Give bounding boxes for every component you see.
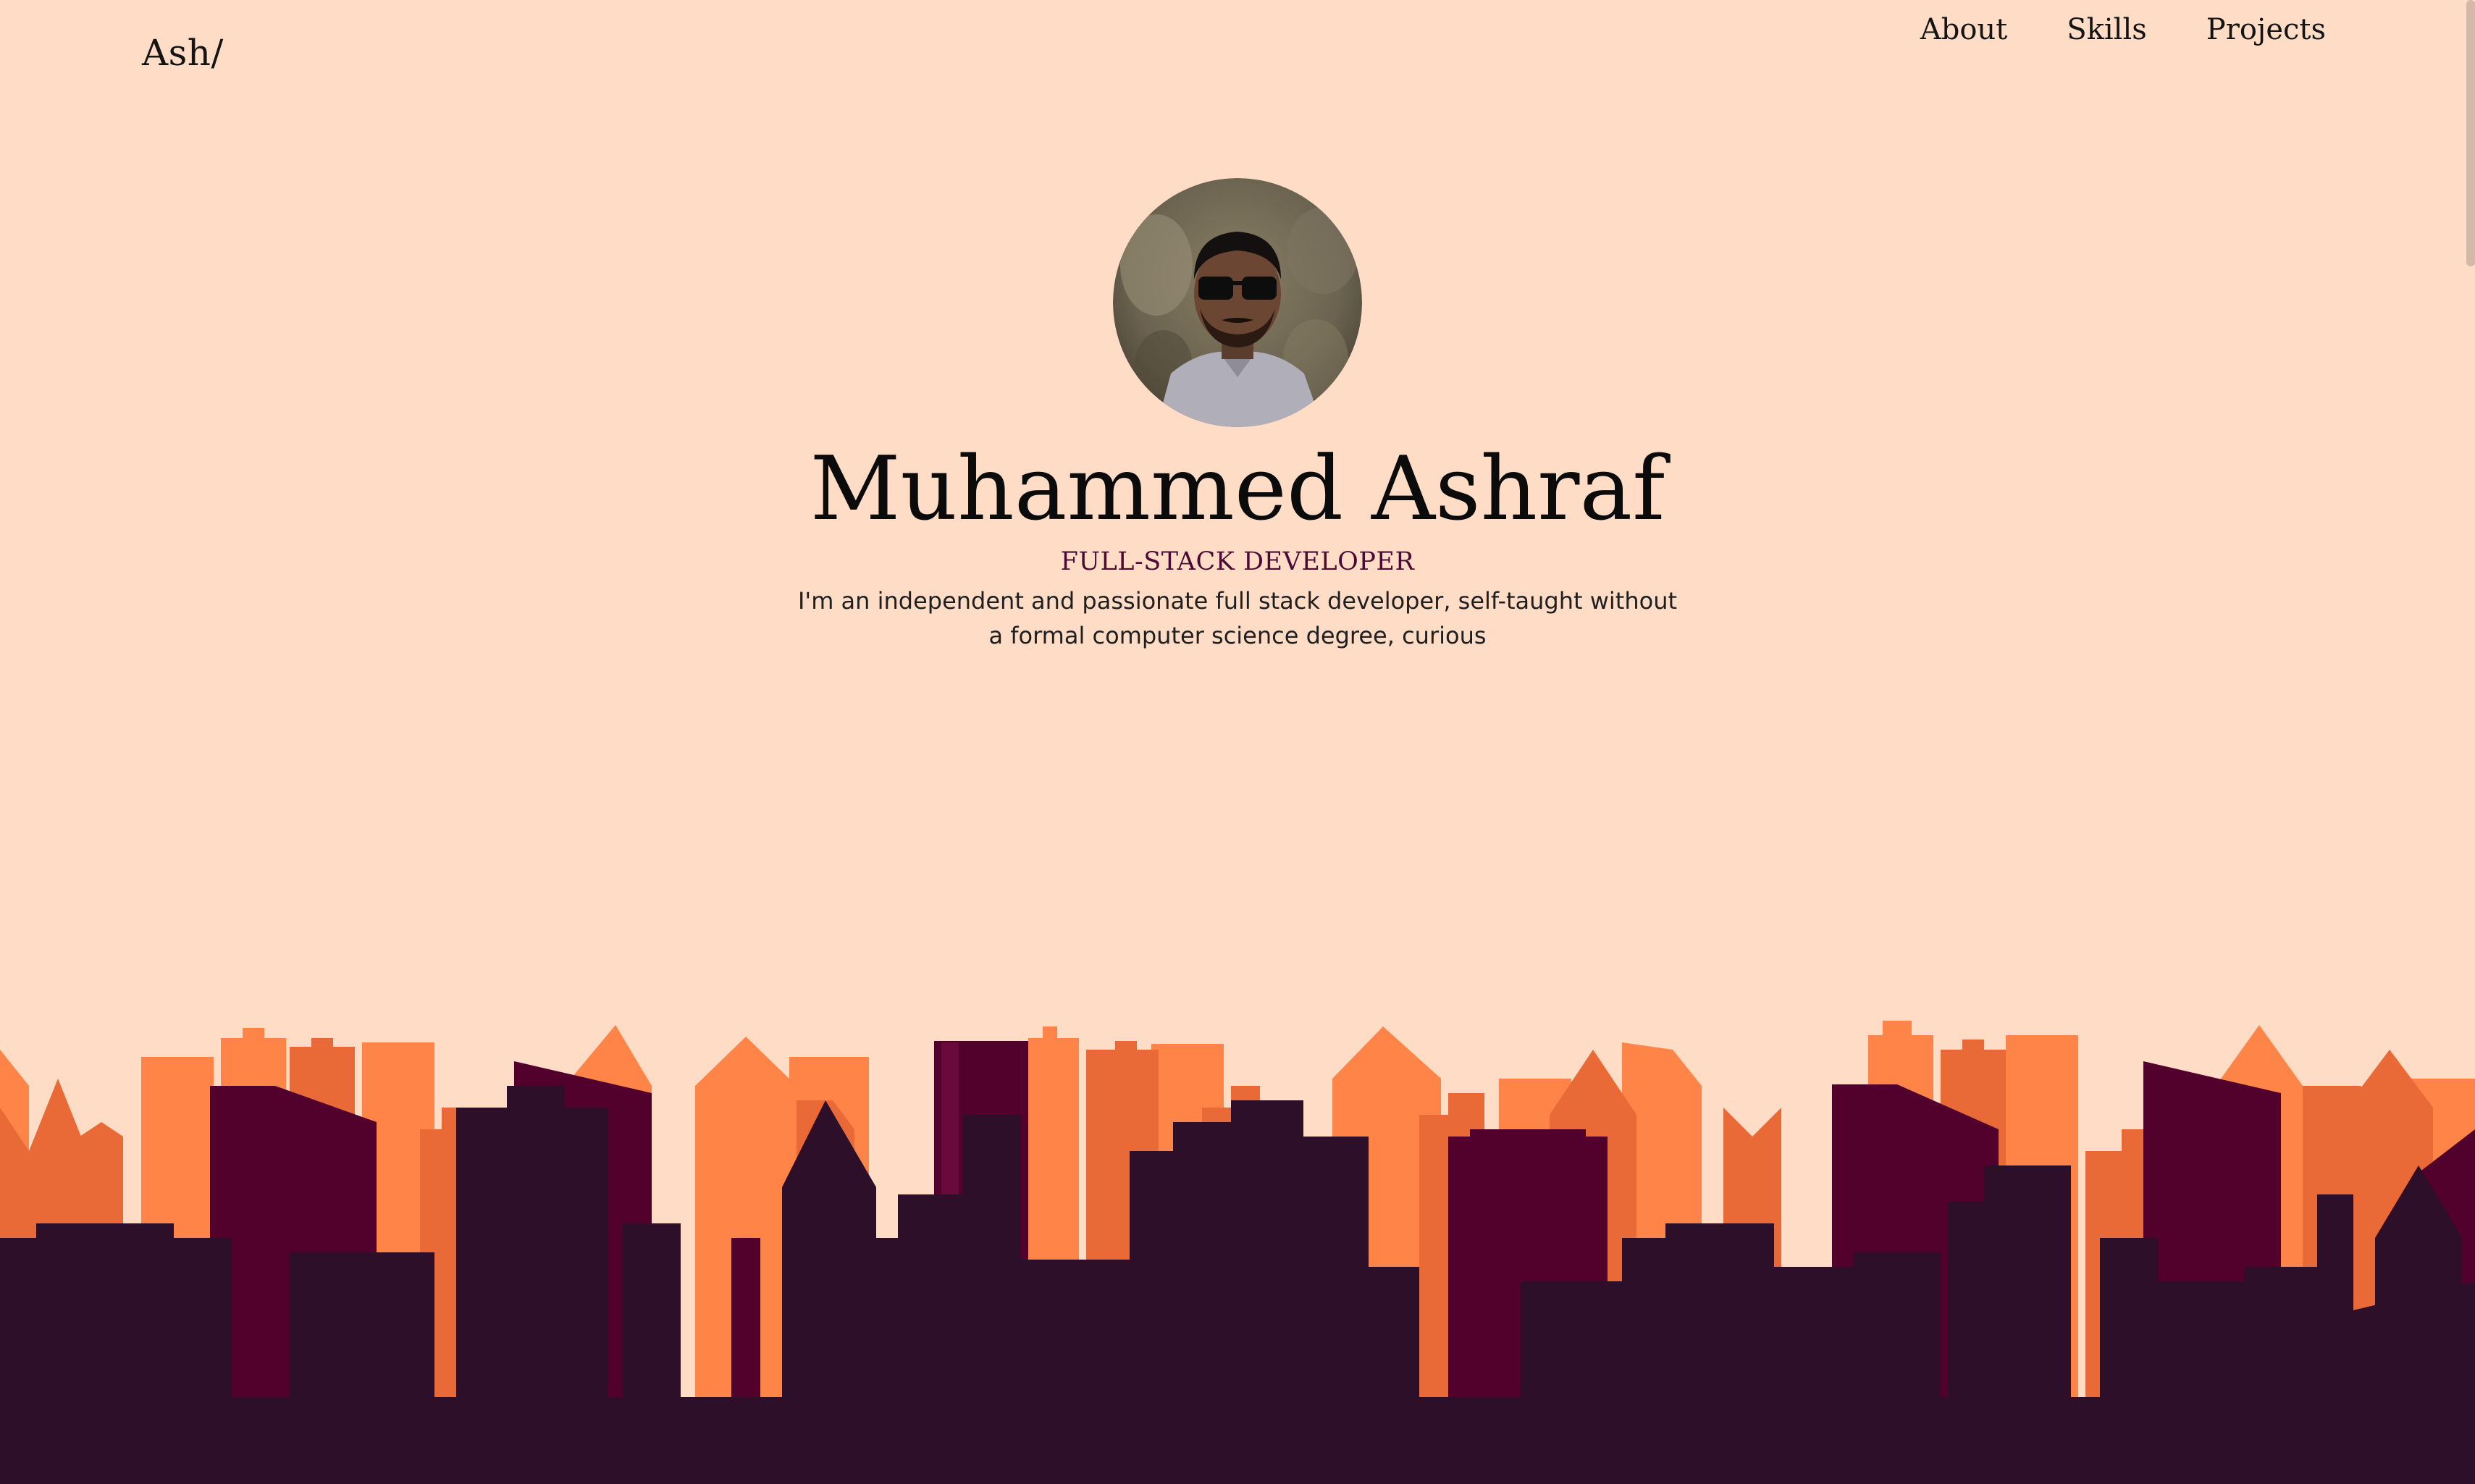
site-logo[interactable]: Ash/ xyxy=(142,32,224,74)
hero-bio: I'm an independent and passionate full s… xyxy=(797,587,1678,650)
nav-about[interactable]: About xyxy=(1920,13,2007,46)
city-skyline-illustration xyxy=(0,1021,2475,1484)
portfolio-page: Ash/ About Skills Projects Muhammed Ashr… xyxy=(0,0,2475,1484)
hero-role: FULL-STACK DEVELOPER xyxy=(1060,547,1415,577)
hero-section: Muhammed Ashraf FULL-STACK DEVELOPER I'm… xyxy=(0,178,2475,653)
nav-projects[interactable]: Projects xyxy=(2206,13,2326,46)
main-nav: About Skills Projects xyxy=(1920,13,2326,46)
hero-name: Muhammed Ashraf xyxy=(810,437,1665,540)
nav-skills[interactable]: Skills xyxy=(2067,13,2147,46)
profile-avatar xyxy=(1113,178,1362,427)
